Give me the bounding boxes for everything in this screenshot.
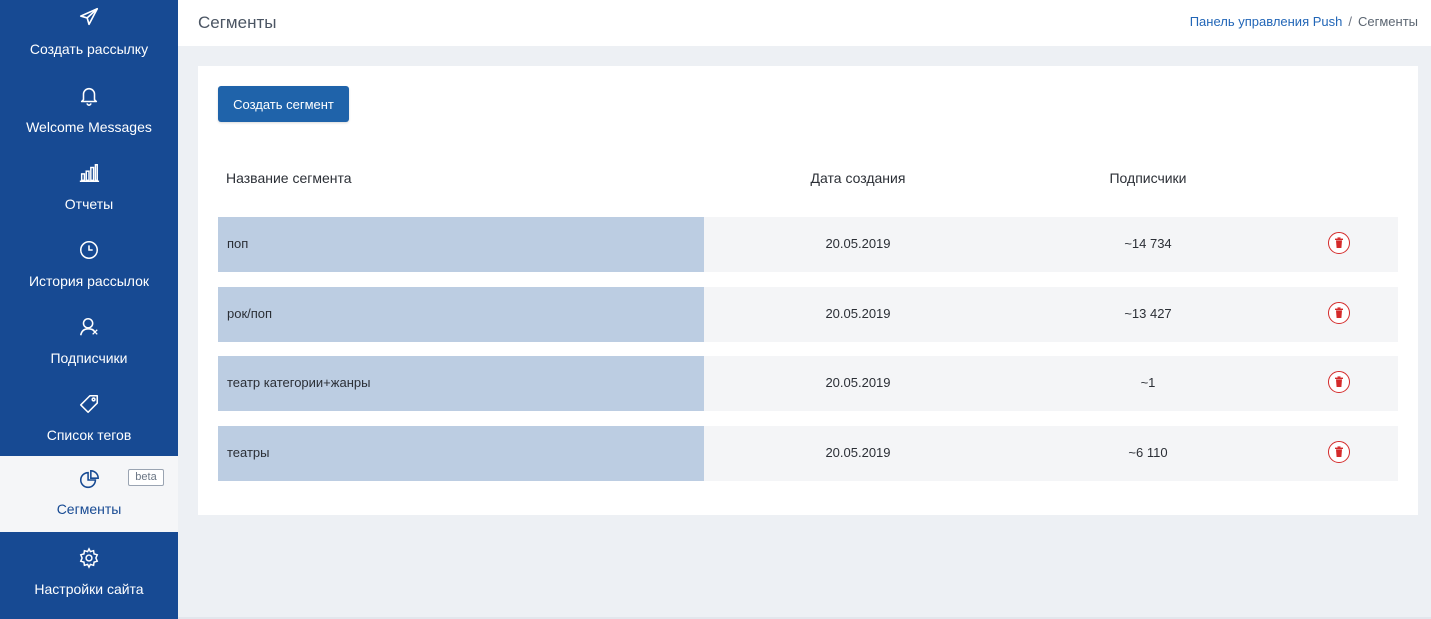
column-header-subscribers: Подписчики — [1109, 170, 1187, 186]
delete-segment-button[interactable] — [1328, 232, 1350, 254]
sidebar-item-label: Список тегов — [46, 427, 132, 443]
table-row: поп 20.05.2019 ~14 734 — [218, 217, 1398, 272]
trash-icon — [1335, 237, 1343, 248]
segment-name: рок/поп — [227, 306, 273, 321]
segment-date: 20.05.2019 — [825, 445, 891, 460]
segment-name: театр категории+жанры — [227, 375, 371, 390]
top-bar: Сегменты Панель управления Push / Сегменты — [178, 0, 1431, 46]
segment-date: 20.05.2019 — [825, 306, 891, 321]
table-row: театры 20.05.2019 ~6 110 — [218, 426, 1398, 481]
delete-segment-button[interactable] — [1328, 441, 1350, 463]
sidebar-item-label: Настройки сайта — [34, 581, 144, 597]
trash-icon — [1335, 446, 1343, 457]
sidebar-item-history[interactable]: История рассылок — [0, 232, 178, 308]
sidebar-item-reports[interactable]: Отчеты — [0, 155, 178, 231]
sidebar-item-tags[interactable]: Список тегов — [0, 386, 178, 462]
segment-name-cell[interactable]: театры — [218, 426, 704, 481]
segments-card: Создать сегмент Название сегмента Дата с… — [198, 66, 1418, 515]
breadcrumb-separator: / — [1348, 14, 1352, 29]
sidebar-item-label: Отчеты — [64, 196, 114, 212]
segment-date: 20.05.2019 — [825, 236, 891, 251]
sidebar-item-welcome-messages[interactable]: Welcome Messages — [0, 78, 178, 154]
delete-segment-button[interactable] — [1328, 371, 1350, 393]
breadcrumb: Панель управления Push / Сегменты — [1190, 14, 1418, 29]
segment-name: театры — [227, 445, 270, 460]
segment-subscribers: ~14 734 — [1124, 236, 1172, 251]
tag-icon — [0, 386, 178, 422]
sidebar-item-label: Welcome Messages — [26, 119, 152, 135]
column-header-date: Дата создания — [810, 170, 906, 186]
segment-subscribers: ~1 — [1140, 375, 1156, 390]
segment-subscribers: ~6 110 — [1128, 445, 1168, 460]
sidebar-item-label: Создать рассылку — [29, 41, 149, 57]
sidebar-item-label: Сегменты — [56, 501, 122, 517]
breadcrumb-current: Сегменты — [1357, 14, 1418, 29]
segment-name-cell[interactable]: рок/поп — [218, 287, 704, 342]
trash-icon — [1335, 307, 1343, 318]
user-icon — [0, 309, 178, 345]
segment-date: 20.05.2019 — [825, 375, 891, 390]
table-row: театр категории+жанры 20.05.2019 ~1 — [218, 356, 1398, 411]
sidebar-item-label: Подписчики — [50, 350, 128, 366]
segment-subscribers: ~13 427 — [1124, 306, 1172, 321]
breadcrumb-link-push-dashboard[interactable]: Панель управления Push — [1190, 14, 1343, 29]
bar-chart-icon — [0, 155, 178, 191]
segment-name-cell[interactable]: театр категории+жанры — [218, 356, 704, 411]
sidebar-item-segments[interactable]: beta Сегменты — [0, 456, 178, 532]
delete-segment-button[interactable] — [1328, 302, 1350, 324]
clock-icon — [0, 232, 178, 268]
sidebar: Создать рассылку Welcome Messages Отчеты — [0, 0, 178, 619]
segment-name: поп — [227, 236, 249, 251]
page-title: Сегменты — [198, 13, 277, 32]
gear-icon — [0, 540, 178, 576]
beta-badge: beta — [128, 469, 164, 486]
segment-name-cell[interactable]: поп — [218, 217, 704, 272]
sidebar-item-site-settings[interactable]: Настройки сайта — [0, 540, 178, 616]
table-row: рок/поп 20.05.2019 ~13 427 — [218, 287, 1398, 342]
column-header-name: Название сегмента — [226, 170, 352, 186]
bell-icon — [0, 78, 178, 114]
send-icon — [0, 0, 178, 34]
trash-icon — [1335, 376, 1343, 387]
sidebar-item-subscribers[interactable]: Подписчики — [0, 309, 178, 385]
sidebar-item-label: История рассылок — [28, 273, 150, 289]
sidebar-item-create-mailing[interactable]: Создать рассылку — [0, 0, 178, 76]
create-segment-button[interactable]: Создать сегмент — [218, 86, 349, 122]
